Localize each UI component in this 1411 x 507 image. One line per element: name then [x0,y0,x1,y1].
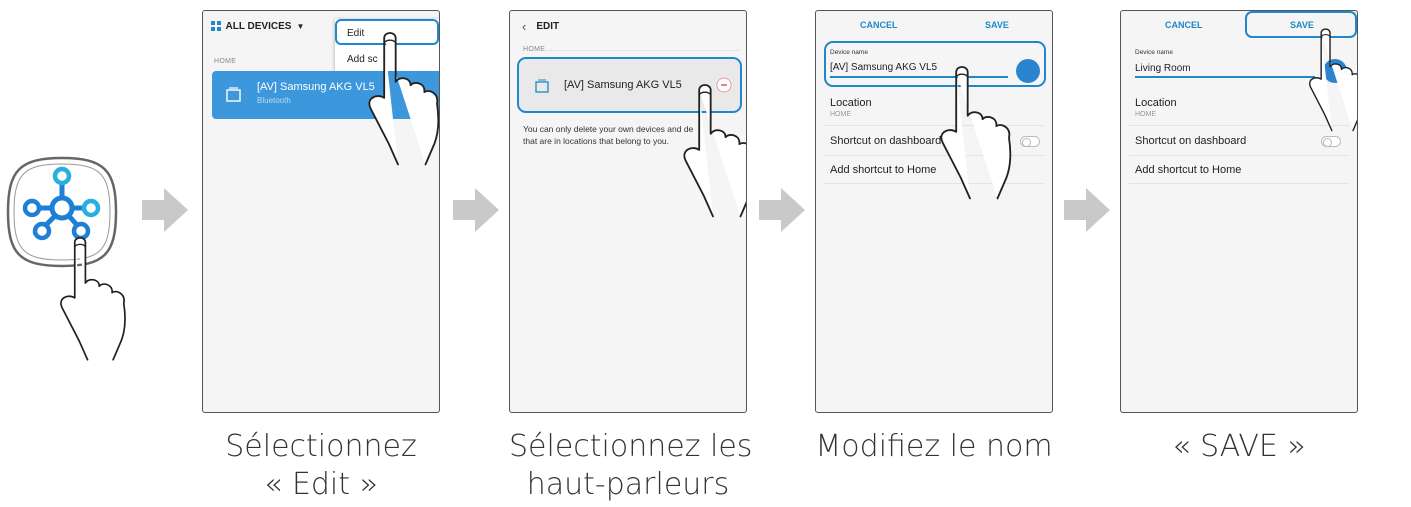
device-name: [AV] Samsung AKG VL5 [257,81,375,93]
edit-highlight [335,19,439,45]
add-shortcut-home[interactable]: Add shortcut to Home [830,164,936,176]
location-row[interactable]: Location HOME [830,97,872,118]
header-title: EDIT [536,20,560,32]
phone-screen-all-devices: ALL DEVICES ▼ Edit Add sc HOME [AV] Sams… [202,10,440,413]
name-field-highlight [824,41,1046,87]
device-card[interactable]: [AV] Samsung AKG VL5 Bluetooth [212,71,439,119]
phone-screen-rename: CANCEL SAVE Device name [AV] Samsung AKG… [815,10,1053,413]
arrow-right-icon [142,188,188,232]
grid-icon [211,21,221,31]
caption-step-1: Sélectionnez « Edit » [225,429,417,502]
arrow-right-icon [453,188,499,232]
menu-item-add[interactable]: Add sc [347,54,378,65]
device-connection: Bluetooth [257,96,291,105]
chevron-left-icon[interactable]: ‹ [522,19,526,34]
shortcut-dashboard-toggle[interactable] [1321,136,1341,147]
shortcut-dashboard-label: Shortcut on dashboard [830,135,942,147]
save-highlight [1245,11,1357,38]
cancel-button[interactable]: CANCEL [1165,20,1203,30]
header-title[interactable]: ALL DEVICES [226,21,292,32]
caption-step-2: Sélectionnez les haut-parleurs [509,429,753,502]
cancel-button[interactable]: CANCEL [860,20,898,30]
shortcut-dashboard-toggle[interactable] [1020,136,1040,147]
arrow-right-icon [1064,188,1110,232]
header: ‹ EDIT [510,11,746,41]
device-highlight [517,57,742,113]
delete-note: You can only delete your own devices and… [523,124,694,146]
save-button[interactable]: SAVE [985,20,1009,30]
add-shortcut-home[interactable]: Add shortcut to Home [1135,164,1241,176]
location-row[interactable]: Location HOME [1135,97,1177,118]
caption-step-4: « SAVE » [1172,429,1306,464]
shortcut-dashboard-label: Shortcut on dashboard [1135,135,1247,147]
dropdown-arrow-icon[interactable]: ▼ [296,22,304,31]
device-name-label: Device name [1135,49,1173,56]
section-label: HOME [214,58,237,65]
smartthings-app-icon[interactable] [4,154,120,270]
section-label: HOME [523,46,546,53]
field-handle[interactable] [1323,59,1347,83]
caption-step-3: Modifiez le nom [815,429,1053,464]
phone-screen-edit: ‹ EDIT HOME [AV] Samsung AKG VL5 You can… [509,10,747,413]
arrow-right-icon [759,188,805,232]
device-name-input[interactable]: Living Room [1135,63,1191,74]
phone-screen-save: CANCEL SAVE Device name Living Room Loca… [1120,10,1358,413]
speaker-device-icon [226,87,241,102]
